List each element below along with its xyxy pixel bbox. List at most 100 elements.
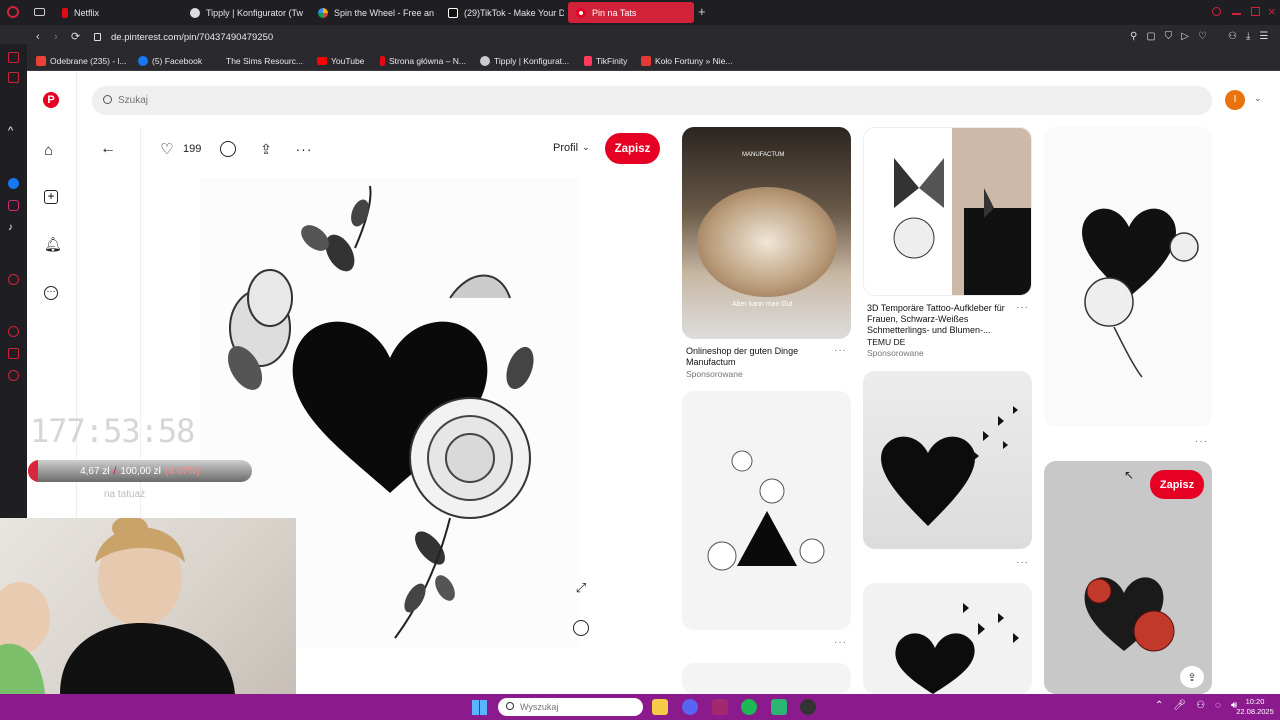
- close-window-icon[interactable]: ×: [1268, 4, 1276, 19]
- obs-icon[interactable]: [800, 699, 816, 715]
- donation-goal-caption: na tatuaż: [104, 489, 146, 500]
- bookmark-youtube[interactable]: YouTube: [317, 54, 364, 68]
- advertiser-label: TEMU DE: [867, 337, 906, 347]
- back-button[interactable]: ←: [98, 139, 118, 159]
- feed-card-partial[interactable]: [682, 663, 851, 694]
- workspaces-icon[interactable]: [34, 8, 45, 16]
- overlay-caption-text: Aber kann man Gut: [732, 301, 793, 308]
- more-options-icon[interactable]: ···: [834, 637, 847, 648]
- reload-icon[interactable]: ⟳: [71, 30, 80, 43]
- taskbar-search[interactable]: [498, 698, 643, 716]
- profile-dropdown[interactable]: Profil ⌄: [553, 142, 590, 154]
- wheel-icon: [641, 56, 651, 66]
- forward-arrow-icon[interactable]: ›: [54, 31, 58, 43]
- browser-tab-bar: Netflix Tipply | Konfigurator (Tw Spin t…: [0, 0, 1280, 25]
- search-bar[interactable]: [92, 86, 1212, 115]
- bookmark-netflix[interactable]: Strona główna – N...: [380, 54, 466, 68]
- windows-start-icon[interactable]: [472, 700, 487, 715]
- bookmarks-bar: Odebrane (235) - l... (5) Facebook The S…: [0, 51, 1280, 71]
- more-options-icon[interactable]: ···: [293, 139, 315, 159]
- messages-icon[interactable]: ···: [44, 286, 58, 300]
- comment-icon[interactable]: [220, 141, 236, 157]
- feed-card-triangle-flowers[interactable]: [682, 391, 851, 630]
- save-button[interactable]: Zapisz: [605, 133, 660, 164]
- feed-card-heart-peony[interactable]: [1044, 127, 1212, 427]
- more-options-icon[interactable]: ···: [1016, 557, 1029, 568]
- maximize-icon[interactable]: [1251, 7, 1260, 16]
- donation-goal-bar: 4,67 zł / 100,00 zł (4.67%): [28, 460, 252, 482]
- tab-search-icon[interactable]: [1212, 7, 1221, 16]
- notifications-bell-icon[interactable]: 🔔︎: [44, 236, 62, 253]
- minimize-icon[interactable]: [1232, 13, 1241, 15]
- bookmark-gmail[interactable]: Odebrane (235) - l...: [36, 54, 127, 68]
- home-icon[interactable]: ⌂: [44, 142, 53, 159]
- more-options-icon[interactable]: ···: [1195, 436, 1208, 447]
- hover-save-button[interactable]: Zapisz: [1150, 470, 1204, 499]
- url-field[interactable]: de.pinterest.com/pin/70437490479250: [111, 32, 273, 43]
- stream-timer: 177:53:58: [30, 412, 195, 450]
- sidebar-player-icon[interactable]: [8, 274, 19, 285]
- sidebar-apps-icon[interactable]: ^: [8, 126, 19, 137]
- feed-card-title[interactable]: Onlineshop der guten Dinge Manufactum: [686, 346, 831, 368]
- pinterest-logo-icon[interactable]: P: [43, 92, 59, 108]
- new-tab-plus-icon[interactable]: +: [698, 5, 706, 19]
- chevron-down-icon: ⌄: [582, 142, 590, 152]
- feed-card-heart-butterflies[interactable]: [863, 371, 1032, 549]
- sidebar-aria-icon[interactable]: [8, 72, 19, 83]
- share-upload-icon[interactable]: ⇪: [1180, 666, 1204, 688]
- share-upload-icon[interactable]: ⇪: [256, 139, 276, 159]
- tikfinity-icon: [584, 56, 592, 66]
- tiktok-icon[interactable]: ♪: [8, 222, 19, 233]
- create-plus-icon[interactable]: +: [44, 190, 58, 204]
- spotify-icon[interactable]: [741, 699, 757, 715]
- back-arrow-icon[interactable]: ‹: [36, 31, 40, 43]
- bookmark-tikfinity[interactable]: TikFinity: [584, 54, 627, 68]
- address-bar-action-icons[interactable]: ⚲▢⛉▷♡: [1130, 31, 1216, 42]
- feed-card-image: [697, 187, 837, 297]
- opera-taskbar-icon[interactable]: [712, 699, 728, 715]
- more-options-icon[interactable]: ···: [1016, 302, 1029, 313]
- tab-tiktok[interactable]: (29)TikTok - Make Your D: [440, 2, 564, 23]
- bookmark-kolo-fortuny[interactable]: Koło Fortuny » Nie...: [641, 54, 732, 68]
- messenger-icon[interactable]: [8, 178, 19, 189]
- file-explorer-icon[interactable]: [652, 699, 668, 715]
- feed-card-manufactum[interactable]: MANUFACTUM Aber kann man Gut: [682, 127, 851, 339]
- windows-taskbar: ⌃🎤︎⚇◌🔊︎ 10:20 22.08.2025: [0, 694, 1280, 720]
- sidebar-settings-icon[interactable]: [8, 370, 19, 381]
- more-options-icon[interactable]: ···: [834, 345, 847, 356]
- taskbar-clock[interactable]: 10:20 22.08.2025: [1232, 697, 1278, 717]
- gmail-icon: [36, 56, 46, 66]
- discord-icon[interactable]: [682, 699, 698, 715]
- heart-butterflies-illustration: [881, 406, 1018, 526]
- tab-label: Spin the Wheel - Free an: [334, 7, 434, 18]
- tab-spin-the-wheel[interactable]: Spin the Wheel - Free an: [310, 2, 434, 23]
- address-bar: ‹ › ⟳ de.pinterest.com/pin/7043749047925…: [0, 25, 1280, 51]
- sidebar-pinboard-icon[interactable]: [8, 348, 19, 359]
- feed-card-title[interactable]: 3D Temporäre Tattoo-Aufkleber für Frauen…: [867, 303, 1012, 336]
- sidebar-aria-icon[interactable]: [8, 52, 19, 63]
- tab-tipply[interactable]: Tipply | Konfigurator (Tw: [182, 2, 306, 23]
- visual-search-icon[interactable]: [573, 620, 589, 636]
- like-count: 199: [183, 143, 202, 155]
- extension-icons[interactable]: ⚇⤓☰: [1228, 31, 1277, 42]
- app-green-icon[interactable]: [771, 699, 787, 715]
- goal-separator: /: [113, 465, 117, 477]
- expand-icon[interactable]: ⤢: [573, 580, 589, 596]
- search-input[interactable]: [118, 86, 1198, 115]
- feed-card-butterfly-tattoo[interactable]: [863, 127, 1032, 296]
- user-avatar[interactable]: I: [1225, 90, 1245, 110]
- tab-pinterest[interactable]: Pin na Tats: [568, 2, 694, 23]
- feed-card-heart-butterflies-2[interactable]: [863, 583, 1032, 694]
- tab-netflix[interactable]: Netflix: [54, 2, 174, 23]
- like-heart-icon[interactable]: ♡: [157, 139, 177, 159]
- account-chevron-down-icon[interactable]: ⌄: [1254, 93, 1262, 104]
- netflix-icon: [380, 56, 385, 66]
- opera-logo-icon[interactable]: [7, 6, 19, 18]
- bookmark-tipply[interactable]: Tipply | Konfigurat...: [480, 54, 569, 68]
- bookmark-facebook[interactable]: (5) Facebook: [138, 54, 202, 68]
- bookmark-sims-resource[interactable]: The Sims Resourc...: [216, 54, 303, 68]
- donation-goal-text: 4,67 zł / 100,00 zł (4.67%): [28, 460, 252, 482]
- sidebar-history-icon[interactable]: [8, 326, 19, 337]
- taskbar-search-input[interactable]: [520, 698, 638, 716]
- instagram-icon[interactable]: [8, 200, 19, 211]
